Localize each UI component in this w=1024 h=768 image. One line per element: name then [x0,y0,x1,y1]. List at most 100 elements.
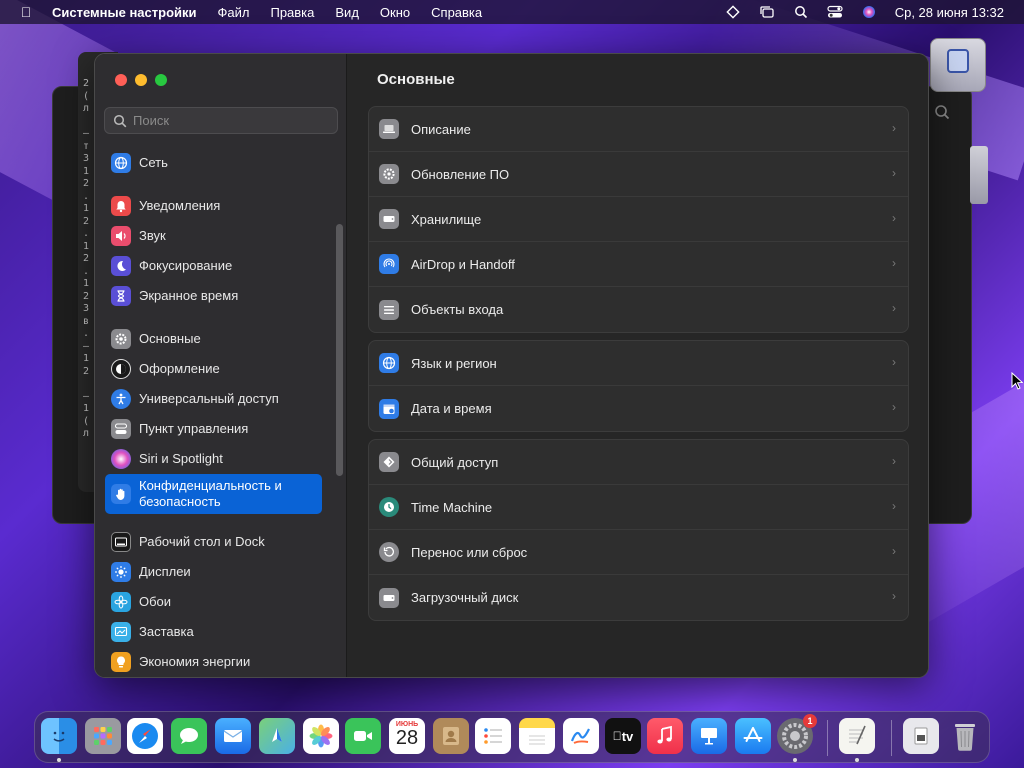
trash-icon[interactable] [947,718,983,754]
disk-icon [379,587,399,608]
row-language-region[interactable]: Язык и регион › [369,341,908,386]
sidebar-item-displays[interactable]: Дисплеи [105,558,322,586]
menu-help[interactable]: Справка [431,5,482,20]
control-center-icon[interactable] [827,5,843,19]
sidebar-item-label: Основные [139,331,201,346]
apple-menu-icon[interactable]:  [18,4,34,20]
row-storage[interactable]: Хранилище › [369,197,908,242]
preview-icon[interactable] [903,718,939,754]
search-field[interactable] [104,107,338,134]
sidebar-item-wallpaper[interactable]: Обои [105,588,322,616]
calendar-icon[interactable]: ИЮНЬ 28 [389,718,425,754]
photos-icon[interactable] [303,718,339,754]
calendar-clock-icon [379,398,399,419]
chevron-right-icon: › [892,211,896,225]
minimize-button[interactable] [135,74,147,86]
page-title: Основные [377,71,455,88]
row-software-update[interactable]: Обновление ПО › [369,152,908,197]
sidebar-item-appearance[interactable]: Оформление [105,355,322,383]
sidebar-item-accessibility[interactable]: Универсальный доступ [105,385,322,413]
menu-window[interactable]: Окно [380,5,410,20]
keynote-icon[interactable] [691,718,727,754]
menu-file[interactable]: Файл [218,5,250,20]
menu-app-name[interactable]: Системные настройки [52,5,197,20]
sidebar-scrollbar[interactable] [336,224,343,476]
sidebar-item-siri-spotlight[interactable]: Siri и Spotlight [105,445,322,473]
chevron-right-icon: › [892,499,896,513]
notes-icon[interactable] [519,718,555,754]
sidebar-item-sound[interactable]: Звук [105,222,322,250]
sidebar-item-network[interactable]: Сеть [105,149,322,177]
safari-icon[interactable] [127,718,163,754]
chevron-right-icon: › [892,301,896,315]
sidebar-item-screen-time[interactable]: Экранное время [105,282,322,310]
maps-icon[interactable] [259,718,295,754]
launchpad-icon[interactable] [85,718,121,754]
row-time-machine[interactable]: Time Machine › [369,485,908,530]
reset-icon [379,542,399,562]
row-login-items[interactable]: Объекты входа › [369,287,908,332]
row-label: Перенос или сброс [411,544,528,560]
close-button[interactable] [115,74,127,86]
sidebar-item-general[interactable]: Основные [105,325,322,353]
freeform-icon[interactable] [563,718,599,754]
row-date-time[interactable]: Дата и время › [369,386,908,431]
sun-icon [111,562,131,582]
sidebar-item-energy[interactable]: Экономия энергии [105,648,322,676]
row-startup-disk[interactable]: Загрузочный диск › [369,575,908,620]
globe-icon [379,353,399,373]
reminders-icon[interactable] [475,718,511,754]
tv-icon[interactable]: tv [605,718,641,754]
sidebar-item-label: Рабочий стол и Dock [139,534,265,549]
music-icon[interactable] [647,718,683,754]
chevron-right-icon: › [892,544,896,558]
spotlight-search-icon[interactable] [793,5,809,19]
contacts-icon[interactable] [433,718,469,754]
desktop-disk-icon[interactable] [970,146,988,204]
system-settings-icon[interactable]: 1 [777,714,817,754]
facetime-icon[interactable] [345,718,381,754]
laptop-icon [379,119,399,139]
menu-clock[interactable]: Ср, 28 июня 13:32 [895,5,1004,20]
menu-edit[interactable]: Правка [270,5,314,20]
list-icon [379,299,399,320]
bell-icon [111,196,131,216]
menu-view[interactable]: Вид [335,5,359,20]
textedit-icon[interactable] [839,718,875,754]
finder-icon[interactable] [41,718,77,754]
mail-icon[interactable] [215,718,251,754]
sidebar-item-privacy-security[interactable]: Конфиденциальность и безопасность [105,474,322,514]
sidebar-item-control-center[interactable]: Пункт управления [105,415,322,443]
row-label: Загрузочный диск [411,590,519,605]
moon-icon [111,256,131,276]
row-transfer-reset[interactable]: Перенос или сброс › [369,530,908,575]
window-stack-icon[interactable] [759,5,775,19]
sidebar-item-notifications[interactable]: Уведомления [105,192,322,220]
time-machine-icon [379,497,399,517]
desktop-disk-icon[interactable] [930,38,986,92]
row-label: AirDrop и Handoff [411,256,515,272]
app-store-icon[interactable] [735,718,771,754]
accessibility-icon [111,389,131,409]
sidebar-item-label: Оформление [139,361,220,376]
search-input[interactable] [133,113,323,128]
row-label: Описание [411,121,471,137]
sidebar-item-label: Звук [139,228,166,243]
row-about[interactable]: Описание › [369,107,908,152]
running-indicator [57,758,61,762]
background-search-icon[interactable] [934,104,950,125]
airdrop-icon [379,254,399,274]
siri-icon[interactable] [861,5,877,19]
sidebar-item-focus[interactable]: Фокусирование [105,252,322,280]
messages-icon[interactable] [171,718,207,754]
sidebar-item-label: Заставка [139,624,194,639]
sidebar-item-label: Дисплеи [139,564,191,579]
globe-icon [111,153,131,173]
row-airdrop-handoff[interactable]: AirDrop и Handoff › [369,242,908,287]
diamond-icon[interactable] [725,5,741,19]
zoom-button[interactable] [155,74,167,86]
chevron-right-icon: › [892,355,896,369]
sidebar-item-desktop-dock[interactable]: Рабочий стол и Dock [105,528,322,556]
sidebar-item-screensaver[interactable]: Заставка [105,618,322,646]
row-sharing[interactable]: Общий доступ › [369,440,908,485]
